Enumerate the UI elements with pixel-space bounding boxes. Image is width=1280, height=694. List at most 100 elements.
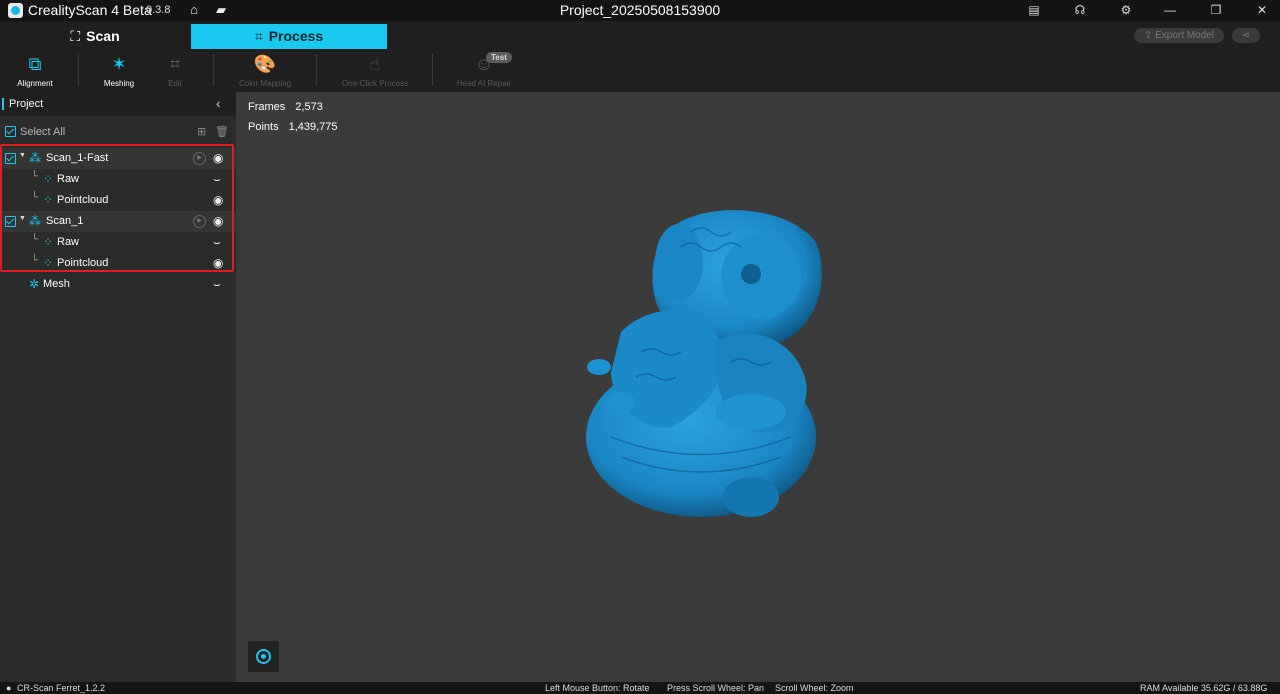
title-bar: CrealityScan 4 Beta 0.3.8 ⌂ ▰ Project_20… — [0, 0, 1280, 21]
restore-button[interactable]: ❐ — [1204, 1, 1228, 19]
trash-icon[interactable]: 🗑 — [215, 125, 229, 138]
edit-button[interactable]: ⌗ Edit — [152, 49, 198, 92]
eye-open-icon[interactable]: ◉ — [213, 151, 223, 165]
tree-group-row[interactable]: ▼ ⁂ Scan_1-Fast ▶ ◉ — [0, 148, 236, 169]
tap-icon: ☝ — [369, 54, 381, 74]
minimize-button[interactable]: — — [1158, 1, 1182, 19]
share-icon: ⋖ — [1241, 30, 1251, 41]
gear-icon[interactable]: ⚙ — [1114, 1, 1138, 19]
toolbar-divider — [316, 54, 317, 86]
share-button[interactable]: ⋖ — [1232, 28, 1260, 43]
alignment-icon: ⧉ — [28, 54, 42, 74]
export-icon: ⇪ — [1143, 30, 1156, 41]
collapse-panel-icon[interactable]: ‹ — [216, 95, 221, 111]
frames-stat: Frames 2,573 — [248, 101, 323, 113]
item-checkbox[interactable] — [5, 216, 16, 227]
expand-caret-icon[interactable]: ▼ — [19, 215, 26, 222]
play-icon[interactable]: ▶ — [193, 152, 206, 165]
tree-item-label: Pointcloud — [57, 257, 109, 269]
tab-scan-label: Scan — [86, 28, 120, 44]
hint-pan: Press Scroll Wheel: Pan — [667, 683, 765, 693]
tab-process-label: Process — [268, 28, 324, 44]
one-click-label: One-Click Process — [341, 79, 409, 88]
meshing-button[interactable]: ✶ Meshing — [94, 49, 144, 92]
meshing-label: Meshing — [103, 79, 135, 88]
recenter-view-button[interactable] — [248, 641, 279, 672]
edit-icon: ⌗ — [169, 54, 181, 74]
tree-mesh-row[interactable]: ✲ Mesh ⌣ — [0, 274, 236, 295]
points-stat: Points 1,439,775 — [248, 121, 338, 133]
head-ai-label: Head AI Repair — [456, 79, 512, 88]
tree-item-label: Scan_1-Fast — [46, 152, 109, 164]
frames-label: Frames — [248, 101, 286, 113]
toolbar-divider — [213, 54, 214, 86]
close-button[interactable]: ✕ — [1250, 1, 1274, 19]
play-icon[interactable]: ▶ — [193, 215, 206, 228]
pointcloud-icon: ⁘ — [43, 256, 54, 270]
hint-rotate: Left Mouse Button: Rotate — [545, 683, 650, 693]
one-click-process-button[interactable]: ☝ One-Click Process — [334, 49, 416, 92]
pointcloud-icon: ⁘ — [43, 172, 54, 186]
project-panel: Project ‹ Select All ⊞ 🗑 ▼ ⁂ Scan_1-Fast… — [0, 92, 236, 682]
scan-dots-icon: ⁂ — [29, 214, 41, 228]
eye-closed-icon[interactable]: ⌣ — [213, 235, 221, 250]
frames-value: 2,573 — [295, 101, 323, 113]
test-badge: Test — [486, 52, 512, 63]
app-name: CrealityScan 4 Beta — [28, 2, 152, 18]
export-model-button[interactable]: ⇪ Export Model — [1134, 28, 1224, 43]
tree-item-label: Scan_1 — [46, 215, 84, 227]
support-icon[interactable]: ☊ — [1068, 1, 1092, 19]
tree-child-row[interactable]: └ ⁘ Raw ⌣ — [0, 169, 236, 190]
tree-branch-icon: └ — [31, 192, 39, 203]
eye-open-icon[interactable]: ◉ — [213, 193, 223, 207]
tree-child-row[interactable]: └ ⁘ Raw ⌣ — [0, 232, 236, 253]
points-value: 1,439,775 — [288, 121, 338, 133]
crop-icon: ⌗ — [254, 28, 263, 44]
tree-child-row[interactable]: └ ⁘ Pointcloud ◉ — [0, 253, 236, 274]
edit-label: Edit — [168, 79, 182, 88]
accent-bar — [2, 98, 4, 110]
select-all-label: Select All — [20, 126, 66, 138]
tab-process[interactable]: ⌗ Process — [191, 24, 387, 49]
folder-icon[interactable]: ▰ — [213, 2, 229, 18]
status-bar: ● CR-Scan Ferret_1.2.2 Left Mouse Button… — [0, 682, 1280, 694]
tree-child-row[interactable]: └ ⁘ Pointcloud ◉ — [0, 190, 236, 211]
alignment-label: Alignment — [17, 79, 53, 88]
select-all-checkbox[interactable] — [5, 126, 16, 137]
color-mapping-label: Color Mapping — [238, 79, 292, 88]
device-status-dot: ● — [6, 683, 12, 693]
process-toolbar: ⧉ Alignment ✶ Meshing ⌗ Edit 🎨 Color Map… — [0, 49, 1280, 92]
export-model-label: Export Model — [1155, 30, 1215, 41]
tab-scan[interactable]: ⛶ Scan — [0, 24, 190, 49]
mode-tab-bar: ⛶ Scan ⌗ Process ⇪ Export Model ⋖ — [0, 21, 1280, 49]
mesh-icon: ✲ — [29, 277, 40, 291]
3d-viewport[interactable]: Frames 2,573 Points 1,439,775 — [236, 92, 1280, 682]
points-label: Points — [248, 121, 279, 133]
home-icon[interactable]: ⌂ — [186, 2, 202, 18]
panel-title: Project — [9, 98, 44, 110]
new-folder-icon[interactable]: ⊞ — [197, 125, 206, 138]
tree-branch-icon: └ — [31, 171, 39, 182]
toolbar-divider — [432, 54, 433, 86]
tree-branch-icon: └ — [31, 255, 39, 266]
app-version: 0.3.8 — [146, 4, 171, 16]
app-logo — [8, 3, 23, 18]
tree-item-label: Pointcloud — [57, 194, 109, 206]
palette-icon: 🎨 — [253, 54, 277, 74]
eye-closed-icon[interactable]: ⌣ — [213, 172, 221, 187]
tree-group-row[interactable]: ▼ ⁂ Scan_1 ▶ ◉ — [0, 211, 236, 232]
tree-item-label: Raw — [57, 173, 80, 185]
alignment-button[interactable]: ⧉ Alignment — [10, 49, 60, 92]
color-mapping-button[interactable]: 🎨 Color Mapping — [230, 49, 300, 92]
scan-dots-icon: ⁂ — [29, 151, 41, 165]
expand-caret-icon[interactable]: ▼ — [19, 152, 26, 159]
eye-open-icon[interactable]: ◉ — [213, 214, 223, 228]
tree-branch-icon: └ — [31, 234, 39, 245]
item-checkbox[interactable] — [5, 153, 16, 164]
eye-open-icon[interactable]: ◉ — [213, 256, 223, 270]
owl-mesh-model[interactable] — [581, 202, 831, 522]
notes-icon[interactable]: ▤ — [1022, 1, 1046, 19]
eye-closed-icon[interactable]: ⌣ — [213, 277, 221, 292]
device-name: CR-Scan Ferret_1.2.2 — [17, 683, 106, 693]
project-panel-header: Project ‹ — [0, 92, 236, 116]
